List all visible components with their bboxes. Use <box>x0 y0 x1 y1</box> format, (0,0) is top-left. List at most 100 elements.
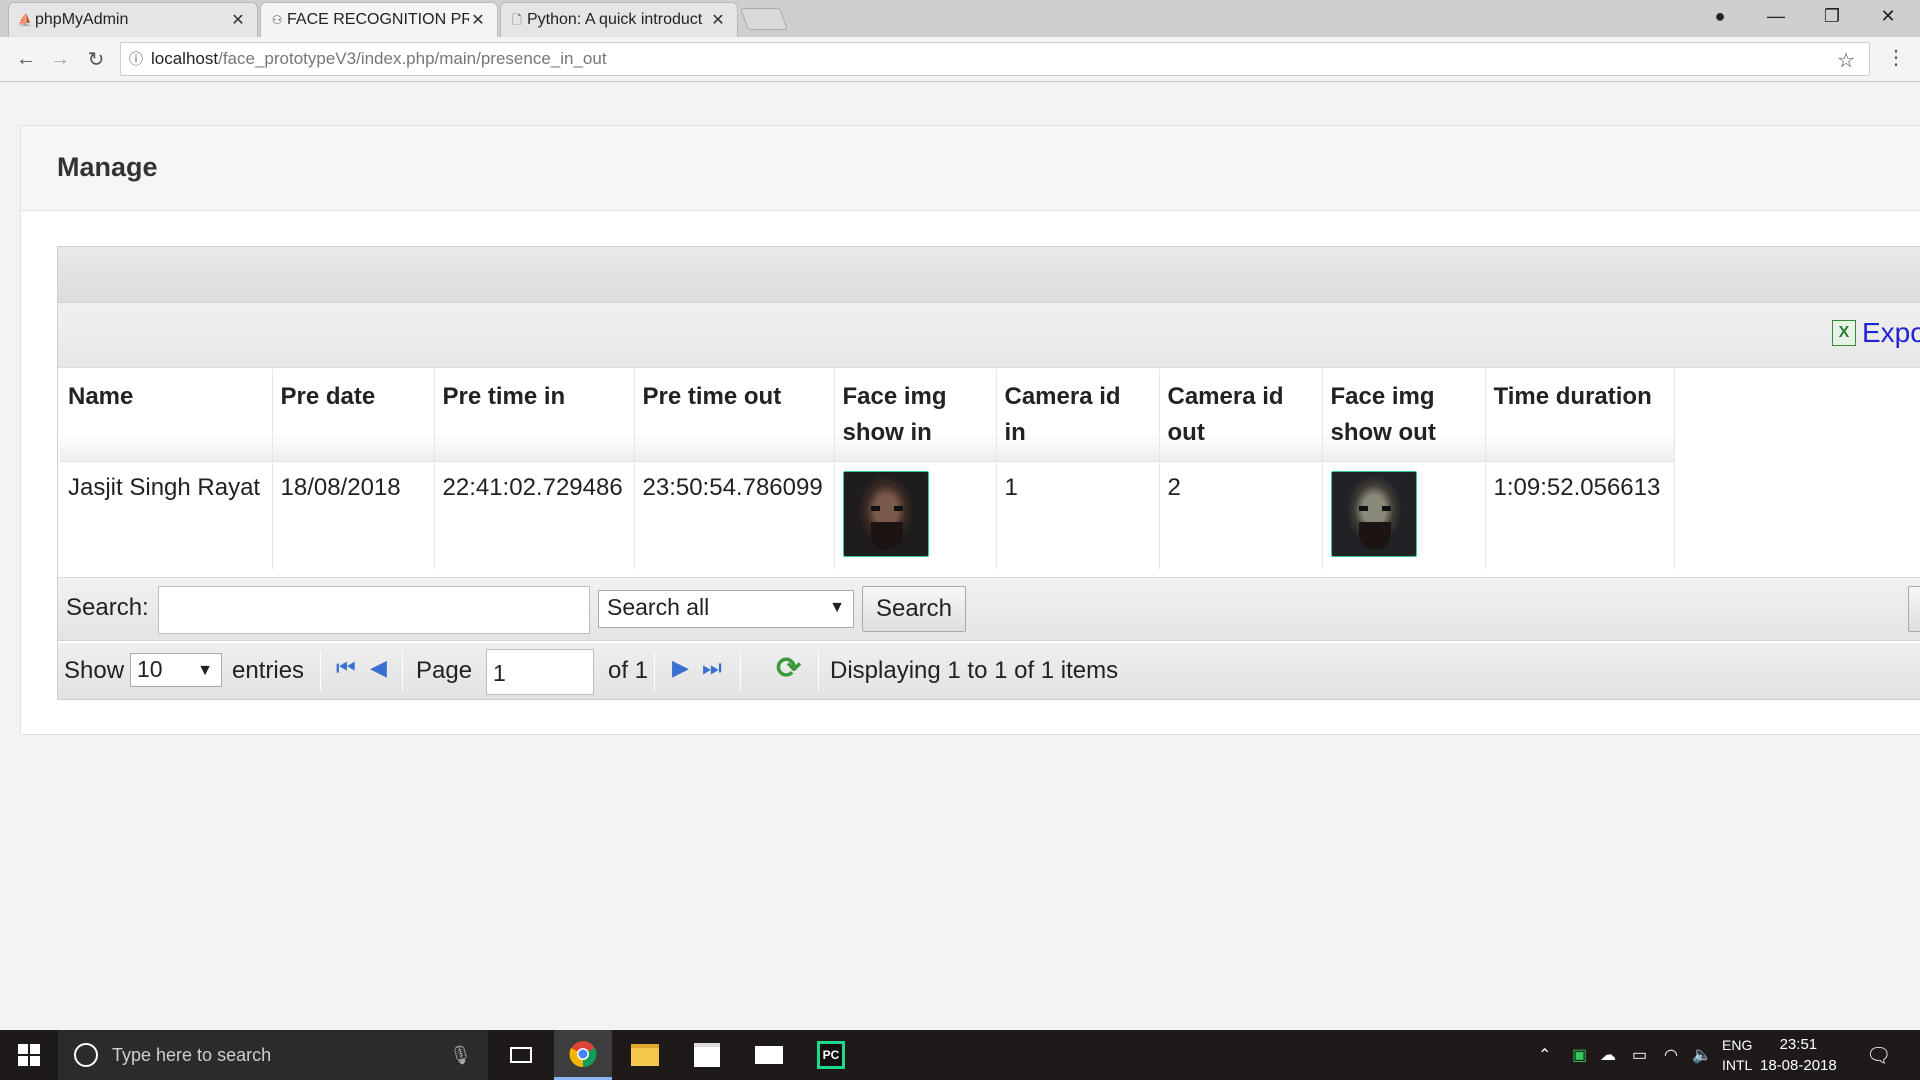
page-size-select[interactable]: 10 ▼ <box>130 653 222 687</box>
previous-page-icon[interactable]: ◀ <box>370 655 387 681</box>
face-image-out[interactable] <box>1330 471 1417 557</box>
clear-search-button[interactable] <box>1908 586 1920 632</box>
search-bar: Search: Search all ▼ Search <box>58 577 1920 641</box>
battery-icon[interactable]: ▭ <box>1632 1030 1647 1080</box>
pycharm-icon[interactable]: PC <box>802 1030 860 1080</box>
windows-taskbar: Type here to search 🎙 PC ⌃ ▣ ☁ ▭ ◠ 🔈 ENG… <box>0 1030 1920 1080</box>
tab-title: phpMyAdmin <box>35 11 129 28</box>
search-button[interactable]: Search <box>862 586 966 632</box>
taskbar-search-placeholder: Type here to search <box>112 1044 272 1065</box>
document-icon: 🗋 <box>512 13 522 27</box>
info-icon[interactable]: ⓘ <box>121 49 151 69</box>
column-header-time-duration[interactable]: Time duration <box>1485 369 1675 462</box>
entries-label: entries <box>232 657 305 684</box>
language-indicator[interactable]: ENG INTL <box>1722 1030 1752 1080</box>
back-button[interactable]: ← <box>10 43 42 75</box>
refresh-icon[interactable]: ⟳ <box>776 651 801 686</box>
wifi-icon[interactable]: ◠ <box>1664 1030 1678 1080</box>
header-label: Face img <box>842 383 947 410</box>
separator <box>740 651 741 691</box>
column-header-face-img-out[interactable]: Face img show out <box>1322 369 1486 462</box>
taskbar-search-box[interactable]: Type here to search 🎙 <box>58 1030 488 1080</box>
microphone-icon[interactable]: 🎙 <box>449 1045 472 1066</box>
column-header-face-img-in[interactable]: Face img show in <box>834 369 997 462</box>
browser-tab-bar: ⛵ phpMyAdmin ✕ ⚇ FACE RECOGNITION PRO ✕ … <box>0 0 1920 37</box>
face-beard <box>870 522 903 550</box>
page-content: Manage X Expo Name Pre date Pre time in … <box>0 83 1920 1030</box>
restore-button[interactable]: ❐ <box>1804 0 1860 32</box>
header-label: Name <box>68 383 134 410</box>
search-label: Search: <box>66 594 149 621</box>
last-page-icon[interactable]: ⏭ <box>702 655 722 681</box>
file-explorer-icon[interactable] <box>616 1030 674 1080</box>
header-label: show in <box>842 419 932 446</box>
address-bar[interactable]: ⓘ localhost/face_prototypeV3/index.php/m… <box>120 42 1870 76</box>
tab-python-intro[interactable]: 🗋 Python: A quick introduct ✕ <box>500 2 738 37</box>
column-header-pre-time-in[interactable]: Pre time in <box>434 369 635 462</box>
profile-icon[interactable]: ● <box>1692 0 1748 32</box>
panel-header <box>21 126 1920 211</box>
mail-icon[interactable] <box>740 1030 798 1080</box>
store-icon[interactable] <box>678 1030 736 1080</box>
header-label: Face img <box>1330 383 1435 410</box>
show-label: Show <box>64 657 125 684</box>
action-center-icon[interactable]: 🗨 <box>1866 1030 1891 1080</box>
language-code: ENG <box>1722 1037 1753 1053</box>
header-label: Pre time in <box>442 383 566 410</box>
page-title: Manage <box>57 152 158 182</box>
table-row[interactable]: Jasjit Singh Rayat 18/08/2018 22:41:02.7… <box>60 461 1675 569</box>
column-header-pre-time-out[interactable]: Pre time out <box>634 369 835 462</box>
bookmark-star-icon[interactable]: ☆ <box>1837 48 1855 73</box>
new-tab-button[interactable] <box>739 8 789 30</box>
reload-button[interactable]: ↻ <box>80 43 112 75</box>
chrome-icon[interactable] <box>554 1030 612 1080</box>
search-field-select[interactable]: Search all ▼ <box>598 590 854 628</box>
dropdown-arrow-icon: ▼ <box>829 599 845 616</box>
tab-face-recognition[interactable]: ⚇ FACE RECOGNITION PRO ✕ <box>260 2 498 37</box>
onedrive-icon[interactable]: ☁ <box>1600 1030 1616 1080</box>
separator <box>818 651 819 691</box>
taskbar-clock[interactable]: 23:51 18-08-2018 <box>1760 1034 1837 1076</box>
forward-button[interactable]: → <box>44 43 76 75</box>
separator <box>320 651 321 691</box>
windows-start-icon[interactable] <box>0 1030 58 1080</box>
page-size-value: 10 <box>137 656 163 682</box>
phpmyadmin-icon: ⛵ <box>17 13 33 27</box>
excel-icon: X <box>1832 320 1856 346</box>
browser-menu-icon[interactable]: ⋮ <box>1886 45 1906 70</box>
column-header-pre-date[interactable]: Pre date <box>272 369 435 462</box>
grid-toolbar: X Expo <box>58 303 1920 368</box>
keyboard-layout: INTL <box>1722 1057 1753 1073</box>
tray-app-icon[interactable]: ▣ <box>1572 1030 1587 1080</box>
face-eyes <box>1358 506 1391 511</box>
column-header-camera-in[interactable]: Camera id in <box>996 369 1160 462</box>
column-header-camera-out[interactable]: Camera id out <box>1159 369 1323 462</box>
tray-chevron-icon[interactable]: ⌃ <box>1538 1030 1551 1080</box>
export-label: Expo <box>1862 317 1920 348</box>
cell-time-duration: 1:09:52.056613 <box>1485 461 1675 569</box>
minimize-button[interactable]: — <box>1748 0 1804 32</box>
manage-panel: Manage X Expo Name Pre date Pre time in … <box>20 125 1920 735</box>
volume-icon[interactable]: 🔈 <box>1692 1030 1712 1080</box>
page-number-input[interactable]: 1 <box>486 649 594 695</box>
header-label: Pre date <box>280 383 376 410</box>
column-header-name[interactable]: Name <box>60 369 273 462</box>
export-button[interactable]: X Expo <box>1832 317 1920 349</box>
close-icon[interactable]: ✕ <box>709 10 727 30</box>
face-image-in[interactable] <box>842 471 929 557</box>
cortana-icon <box>74 1043 98 1067</box>
data-grid: X Expo Name Pre date Pre time in Pre tim… <box>57 246 1920 700</box>
close-window-button[interactable]: ✕ <box>1860 0 1916 32</box>
next-page-icon[interactable]: ▶ <box>672 655 689 681</box>
header-label: Time duration <box>1493 383 1652 410</box>
separator <box>654 651 655 691</box>
tab-phpmyadmin[interactable]: ⛵ phpMyAdmin ✕ <box>8 2 258 37</box>
display-summary: Displaying 1 to 1 of 1 items <box>830 657 1119 684</box>
search-input[interactable] <box>158 586 590 634</box>
cell-face-img-in <box>834 461 997 569</box>
cell-pre-time-in: 22:41:02.729486 <box>434 461 635 569</box>
first-page-icon[interactable]: ⏮ <box>336 655 356 681</box>
close-icon[interactable]: ✕ <box>469 10 487 30</box>
task-view-icon[interactable] <box>492 1030 550 1080</box>
close-icon[interactable]: ✕ <box>229 10 247 30</box>
